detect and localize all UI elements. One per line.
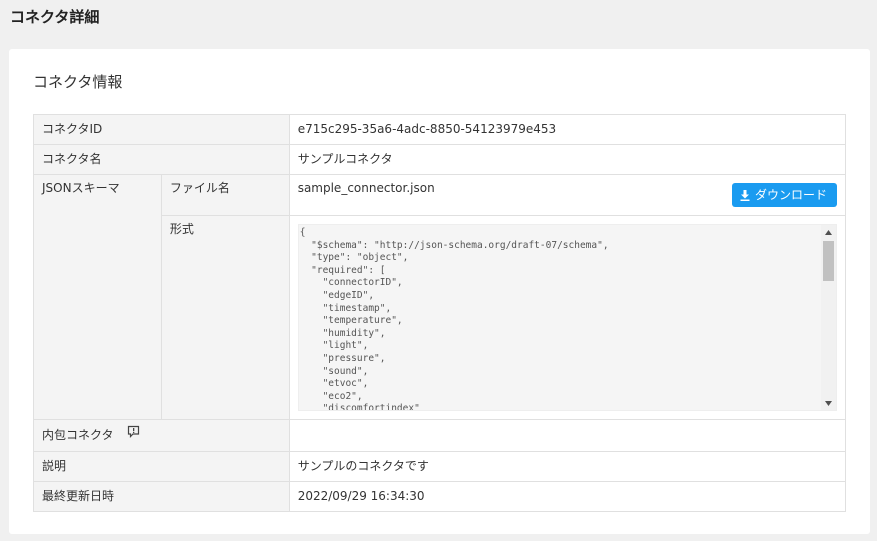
- inner-connector-value: [288, 419, 847, 452]
- format-label: 形式: [160, 215, 290, 420]
- help-comment-icon[interactable]: [127, 419, 140, 450]
- connector-id-value: e715c295-35a6-4adc-8850-54123979e453: [288, 114, 847, 145]
- json-schema-label: JSONスキーマ: [33, 174, 162, 420]
- row-connector-name: コネクタ名 サンプルコネクタ: [33, 144, 847, 175]
- scroll-down-arrow-icon[interactable]: [821, 396, 836, 410]
- scroll-up-arrow-icon[interactable]: [821, 225, 836, 239]
- download-button[interactable]: ダウンロード: [731, 183, 837, 207]
- format-cell: { "$schema": "http://json-schema.org/dra…: [288, 215, 847, 420]
- updated-at-label: 最終更新日時: [33, 481, 290, 512]
- connector-info-table: コネクタID e715c295-35a6-4adc-8850-54123979e…: [33, 114, 847, 512]
- connector-detail-card: コネクタ情報 コネクタID e715c295-35a6-4adc-8850-54…: [9, 49, 870, 534]
- file-name-label: ファイル名: [160, 174, 290, 216]
- file-name-cell: sample_connector.json ダウンロード: [288, 174, 847, 216]
- inner-connector-label: 内包コネクタ: [42, 428, 114, 442]
- schema-code-box[interactable]: { "$schema": "http://json-schema.org/dra…: [297, 224, 837, 411]
- scrollbar-thumb[interactable]: [823, 241, 834, 281]
- description-label: 説明: [33, 451, 290, 482]
- row-connector-id: コネクタID e715c295-35a6-4adc-8850-54123979e…: [33, 114, 847, 145]
- file-name-value: sample_connector.json: [297, 181, 435, 195]
- connector-name-value: サンプルコネクタ: [288, 144, 847, 175]
- section-title: コネクタ情報: [33, 73, 123, 91]
- download-label: ダウンロード: [754, 188, 827, 202]
- row-json-schema-file: JSONスキーマ ファイル名 sample_connector.json ダウン…: [33, 174, 847, 420]
- connector-name-label: コネクタ名: [33, 144, 290, 175]
- row-updated-at: 最終更新日時 2022/09/29 16:34:30: [33, 481, 847, 512]
- updated-at-value: 2022/09/29 16:34:30: [288, 481, 847, 512]
- page-title: コネクタ詳細: [10, 8, 100, 26]
- download-icon: [740, 189, 750, 201]
- row-inner-connector: 内包コネクタ: [33, 419, 847, 452]
- inner-connector-label-cell: 内包コネクタ: [33, 419, 290, 452]
- row-description: 説明 サンプルのコネクタです: [33, 451, 847, 482]
- code-scrollbar[interactable]: [821, 225, 836, 410]
- connector-id-label: コネクタID: [33, 114, 290, 145]
- schema-code-text: { "$schema": "http://json-schema.org/dra…: [299, 227, 609, 411]
- description-value: サンプルのコネクタです: [288, 451, 847, 482]
